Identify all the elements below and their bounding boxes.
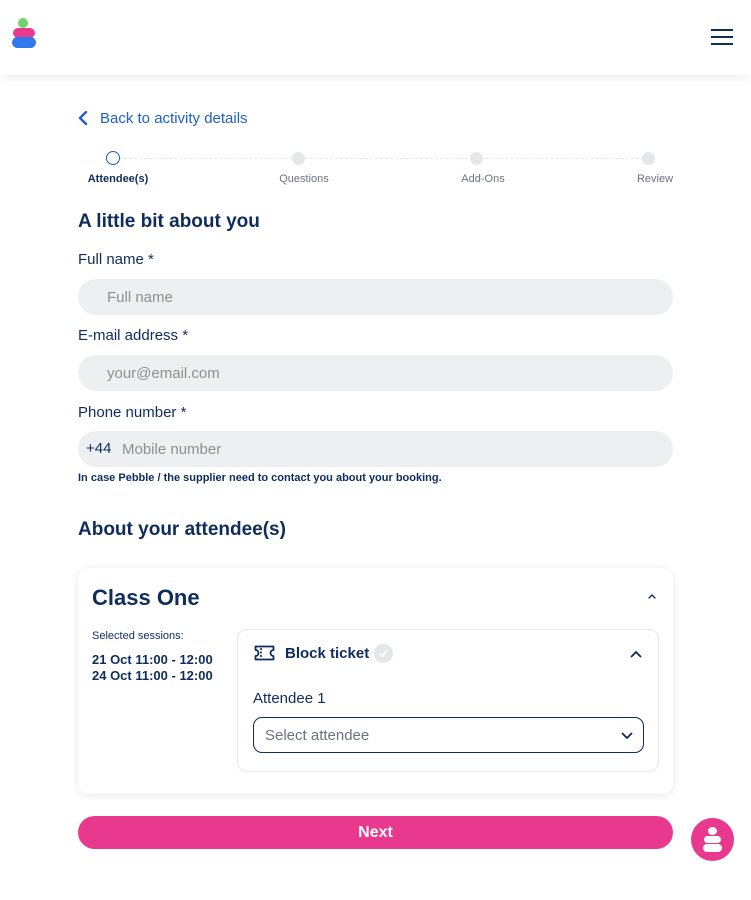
phone-label: Phone number *	[78, 404, 187, 421]
country-code[interactable]: +44	[86, 440, 111, 457]
back-to-activity-link[interactable]: Back to activity details	[78, 108, 248, 128]
phone-hint: In case Pebble / the supplier need to co…	[78, 472, 442, 484]
section-heading-about-you: A little bit about you	[78, 211, 260, 232]
attendee-label: Attendee 1	[253, 690, 326, 707]
email-input[interactable]	[78, 355, 673, 391]
step-label: Review	[636, 173, 674, 185]
session-item: 21 Oct 11:00 - 12:00	[92, 652, 213, 667]
full-name-input[interactable]	[78, 279, 673, 315]
pebble-help-fab-icon[interactable]	[691, 818, 734, 861]
next-button[interactable]: Next	[78, 816, 673, 849]
back-link-label: Back to activity details	[100, 109, 248, 127]
select-attendee-dropdown[interactable]: Select attendee	[253, 717, 644, 753]
top-bar	[0, 0, 751, 75]
full-name-label: Full name *	[78, 251, 154, 268]
step-label: Attendee(s)	[87, 173, 149, 185]
logo-blue-pill	[12, 37, 36, 48]
pebble-logo[interactable]	[12, 18, 38, 50]
step-dot-active	[106, 151, 120, 165]
ticket-name: Block ticket	[285, 645, 370, 662]
session-item: 24 Oct 11:00 - 12:00	[92, 668, 213, 683]
check-circle-icon	[374, 644, 393, 663]
step-dot	[642, 152, 655, 165]
phone-field: +44	[78, 431, 673, 467]
checkout-stepper: Attendee(s) Questions Add-Ons Review	[78, 150, 678, 190]
stepper-line	[114, 158, 654, 159]
step-label: Add-Ons	[461, 173, 505, 185]
class-card: Class One Selected sessions: 21 Oct 11:0…	[78, 568, 673, 794]
email-label: E-mail address *	[78, 327, 189, 344]
ticket-panel: Block ticket Attendee 1 Select attendee	[237, 629, 659, 772]
step-label: Questions	[279, 173, 329, 185]
ticket-icon	[254, 645, 275, 661]
chevron-up-icon[interactable]	[644, 588, 660, 604]
chevron-up-icon[interactable]	[628, 646, 644, 662]
logo-green-dot	[18, 18, 28, 28]
step-dot	[292, 152, 305, 165]
select-attendee-placeholder: Select attendee	[265, 727, 370, 744]
class-title: Class One	[92, 585, 200, 610]
phone-input[interactable]	[122, 431, 662, 467]
selected-sessions-label: Selected sessions:	[92, 630, 184, 642]
chevron-left-icon	[78, 111, 88, 125]
hamburger-menu-icon[interactable]	[708, 26, 736, 48]
section-heading-attendees: About your attendee(s)	[78, 519, 286, 540]
step-dot	[470, 152, 483, 165]
chevron-down-icon	[621, 732, 633, 739]
